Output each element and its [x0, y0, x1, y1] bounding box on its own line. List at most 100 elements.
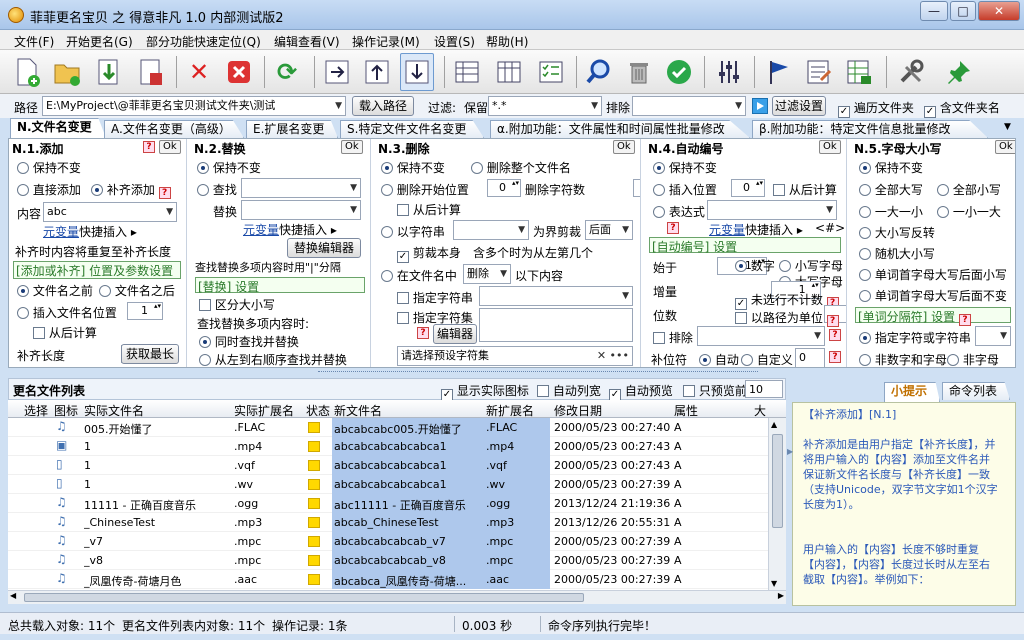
word-cap-keep-radio[interactable]: 单词首字母大写后面不变	[859, 287, 1007, 304]
tab-attr-time[interactable]: α.附加功能：文件属性和时间属性批量修改	[490, 120, 750, 138]
tab-tips[interactable]: 小提示	[884, 382, 940, 402]
traverse-checkbox[interactable]: ✓ 遍历文件夹	[838, 99, 914, 118]
col-size[interactable]: 大	[754, 402, 766, 419]
get-max-button[interactable]: 获取最长	[121, 344, 179, 364]
splitter-handle[interactable]	[8, 368, 1016, 378]
add-var-link[interactable]: 元变量快捷插入 ▸	[43, 223, 137, 240]
add-keep-radio[interactable]: 保持不变	[17, 159, 81, 176]
table-row[interactable]: ✓♫11111 - 正确百度音乐.oggabc11111 - 正确百度音乐.og…	[8, 494, 768, 513]
tabs-scroll-icon[interactable]: ▼	[1004, 122, 1011, 132]
pad-add-radio[interactable]: 补齐添加 ?	[91, 181, 171, 199]
delete-mode-select[interactable]: 删除 ▼	[463, 264, 511, 284]
flag-icon[interactable]	[762, 53, 796, 91]
tab-file-info[interactable]: β.附加功能：特定文件信息批量修改	[752, 120, 988, 138]
table-row[interactable]: ✓▣1.mp4abcabcabcabcabca1.mp42000/05/23 0…	[8, 437, 768, 456]
col-new-name[interactable]: 新文件名	[334, 402, 382, 419]
delete-all-radio[interactable]: 删除整个文件名	[471, 159, 571, 176]
trash-icon[interactable]	[622, 53, 656, 91]
table-row[interactable]: ✓♫_凤凰传奇-荷塘月色.aacabcabca_凤凰传奇-荷塘....aac20…	[8, 570, 768, 589]
menu-help[interactable]: 帮助(H)	[486, 33, 528, 50]
delete-editor-button[interactable]: 编辑器	[433, 324, 477, 344]
col-date[interactable]: 修改日期	[554, 402, 602, 419]
tab-command-list[interactable]: 命令列表	[942, 382, 1010, 400]
play-icon[interactable]	[752, 98, 768, 114]
find-radio[interactable]: 查找	[197, 181, 237, 198]
number-var-link[interactable]: 元变量快捷插入 ▸	[709, 221, 803, 238]
table-row[interactable]: ✓♫005.开始懂了.FLACabcabcabc005.开始懂了.FLAC200…	[8, 418, 768, 437]
after-select[interactable]: 后面 ▼	[585, 220, 633, 240]
all-lower-radio[interactable]: 全部小写	[937, 181, 1001, 198]
save-icon[interactable]	[134, 53, 168, 91]
direct-add-radio[interactable]: 直接添加	[17, 181, 81, 198]
col-icon[interactable]: 图标	[54, 402, 78, 419]
separator-field[interactable]: ▼	[975, 326, 1011, 346]
replace-var-link[interactable]: 元变量快捷插入 ▸	[243, 221, 337, 238]
menu-history[interactable]: 操作记录(M)	[352, 33, 420, 50]
new-file-icon[interactable]	[10, 53, 44, 91]
help-icon[interactable]: ?	[417, 327, 429, 339]
columns-grid-icon[interactable]	[492, 53, 526, 91]
pin-icon[interactable]	[942, 53, 976, 91]
word-cap-lower-radio[interactable]: 单词首字母大写后面小写	[859, 266, 1007, 283]
move-down-icon[interactable]	[400, 53, 434, 91]
all-upper-radio[interactable]: 全部大写	[859, 181, 923, 198]
delete-keep-radio[interactable]: 保持不变	[381, 159, 445, 176]
move-right-icon[interactable]	[320, 53, 354, 91]
insert-pos-radio[interactable]: 插入文件名位置	[17, 304, 117, 321]
keep-filter-field[interactable]: *.* ▼	[488, 96, 602, 116]
columns-left-icon[interactable]	[450, 53, 484, 91]
menu-file[interactable]: 文件(F)	[14, 33, 54, 50]
checklist-icon[interactable]	[534, 53, 568, 91]
load-path-button[interactable]: 载入路径	[352, 96, 414, 116]
sliders-icon[interactable]	[712, 53, 746, 91]
close-button[interactable]: ✕	[978, 1, 1020, 21]
auto-radio[interactable]: 自动	[699, 351, 739, 367]
tab-name-change-advanced[interactable]: A.文件名变更（高级）	[104, 120, 244, 138]
open-folder-icon[interactable]	[50, 53, 84, 91]
expression-radio[interactable]: 表达式	[653, 203, 705, 220]
tab-extension-change[interactable]: E.扩展名变更	[246, 120, 338, 138]
tools-icon[interactable]	[894, 53, 928, 91]
lower-upper-radio[interactable]: 一小一大	[937, 203, 1001, 220]
preview-count-field[interactable]: 10	[745, 380, 783, 398]
spreadsheet-icon[interactable]	[842, 53, 876, 91]
before-name-radio[interactable]: 文件名之前	[17, 282, 93, 299]
ok-button[interactable]: Ok	[341, 140, 363, 154]
col-status[interactable]: 状态	[306, 402, 330, 419]
cut-self-checkbox[interactable]: ✓ 剪裁本身	[397, 244, 461, 263]
delete-count-stepper[interactable]: 0	[632, 179, 640, 197]
table-row[interactable]: ✓♫_ChineseTest.mp3abcab_ChineseTest.mp32…	[8, 513, 768, 532]
ok-button[interactable]: Ok	[995, 140, 1015, 154]
col-ext[interactable]: 实际扩展名	[234, 402, 294, 419]
collapse-arrow-icon[interactable]: ▶	[787, 447, 793, 456]
by-string-radio[interactable]: 以字符串	[381, 223, 445, 240]
preview-first-checkbox[interactable]: 只预览前	[683, 382, 747, 399]
menu-start-rename[interactable]: 开始更名(G)	[66, 33, 133, 50]
ok-button[interactable]: Ok	[613, 140, 635, 154]
help-icon[interactable]: ?	[667, 222, 679, 234]
show-icon-checkbox[interactable]: ✓ 显示实际图标	[441, 382, 529, 401]
search-icon[interactable]	[582, 53, 616, 91]
menu-edit-view[interactable]: 编辑查看(V)	[274, 33, 340, 50]
help-icon[interactable]: ?	[829, 351, 841, 363]
non-alnum-radio[interactable]: 非数字和字母	[859, 351, 947, 367]
check-icon[interactable]	[662, 53, 696, 91]
menu-quick-locate[interactable]: 部分功能快速定位(Q)	[146, 33, 261, 50]
spec-string-checkbox[interactable]: 指定字符串	[397, 289, 473, 306]
filter-settings-button[interactable]: 过滤设置	[772, 96, 826, 116]
content-field[interactable]: abc ▼	[43, 202, 177, 222]
simultaneous-radio[interactable]: 同时查找并替换	[199, 333, 299, 350]
refresh-icon[interactable]: ⟳	[270, 53, 304, 91]
from-end-checkbox[interactable]: 从后计算	[33, 324, 97, 341]
upper-lower-radio[interactable]: 一大一小	[859, 203, 923, 220]
col-name[interactable]: 实际文件名	[84, 402, 144, 419]
swap-case-radio[interactable]: 大小写反转	[859, 224, 935, 241]
minimize-button[interactable]: —	[920, 1, 948, 21]
table-row[interactable]: ✓♫_v8.mpcabcabcabcabcab_v8.mpc2000/05/23…	[8, 551, 768, 570]
random-case-radio[interactable]: 随机大小写	[859, 245, 935, 262]
spec-set-area[interactable]	[479, 308, 633, 342]
by-path-checkbox[interactable]: 以路径为单位 ?	[735, 309, 839, 327]
auto-preview-checkbox[interactable]: ✓ 自动预览	[609, 382, 673, 401]
menu-settings[interactable]: 设置(S)	[434, 33, 475, 50]
spec-char-radio[interactable]: 指定字符或字符串	[859, 329, 971, 346]
